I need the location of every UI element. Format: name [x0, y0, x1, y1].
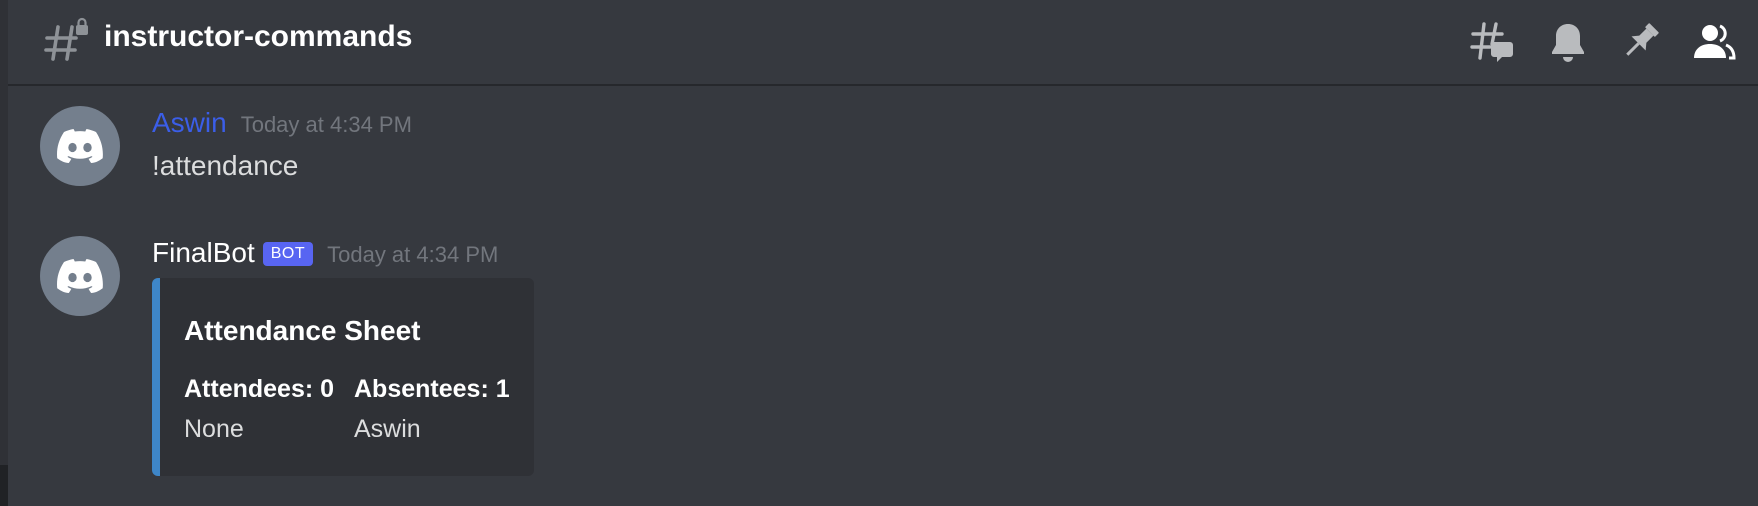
username[interactable]: FinalBot	[152, 236, 255, 270]
field-name: Absentees: 1	[354, 375, 510, 403]
embed-field-attendees: Attendees: 0 None	[184, 374, 334, 444]
field-value: None	[184, 415, 244, 443]
pin-icon[interactable]	[1616, 18, 1664, 66]
member-list-icon[interactable]	[1690, 18, 1738, 66]
message-content: !attendance	[152, 150, 299, 181]
channel-title: instructor-commands	[104, 20, 413, 53]
discord-logo-icon	[57, 259, 103, 293]
discord-logo-icon	[57, 129, 103, 163]
embed-card: Attendance Sheet Attendees: 0 None Absen…	[152, 278, 534, 476]
embed-title: Attendance Sheet	[184, 315, 421, 346]
username[interactable]: Aswin	[152, 106, 227, 140]
field-value: Aswin	[354, 415, 421, 443]
bot-badge: BOT	[262, 242, 314, 266]
bell-icon[interactable]	[1544, 18, 1592, 66]
timestamp[interactable]: Today at 4:34 PM	[241, 112, 412, 138]
timestamp[interactable]: Today at 4:34 PM	[327, 242, 498, 268]
avatar[interactable]	[40, 236, 120, 316]
sidebar-edge	[0, 0, 8, 506]
message-header: Aswin Today at 4:34 PM	[152, 106, 412, 140]
discord-app: instructor-commands Aswin Today at 4:34 …	[0, 0, 1758, 506]
sidebar-edge-bottom	[0, 465, 8, 506]
locked-text-channel-icon	[44, 17, 88, 61]
channel-header: instructor-commands	[8, 0, 1758, 86]
threads-icon[interactable]	[1470, 18, 1518, 66]
avatar[interactable]	[40, 106, 120, 186]
message-header: FinalBot BOT Today at 4:34 PM	[152, 236, 498, 270]
embed-field-absentees: Absentees: 1 Aswin	[354, 374, 510, 444]
field-name: Attendees: 0	[184, 375, 335, 403]
